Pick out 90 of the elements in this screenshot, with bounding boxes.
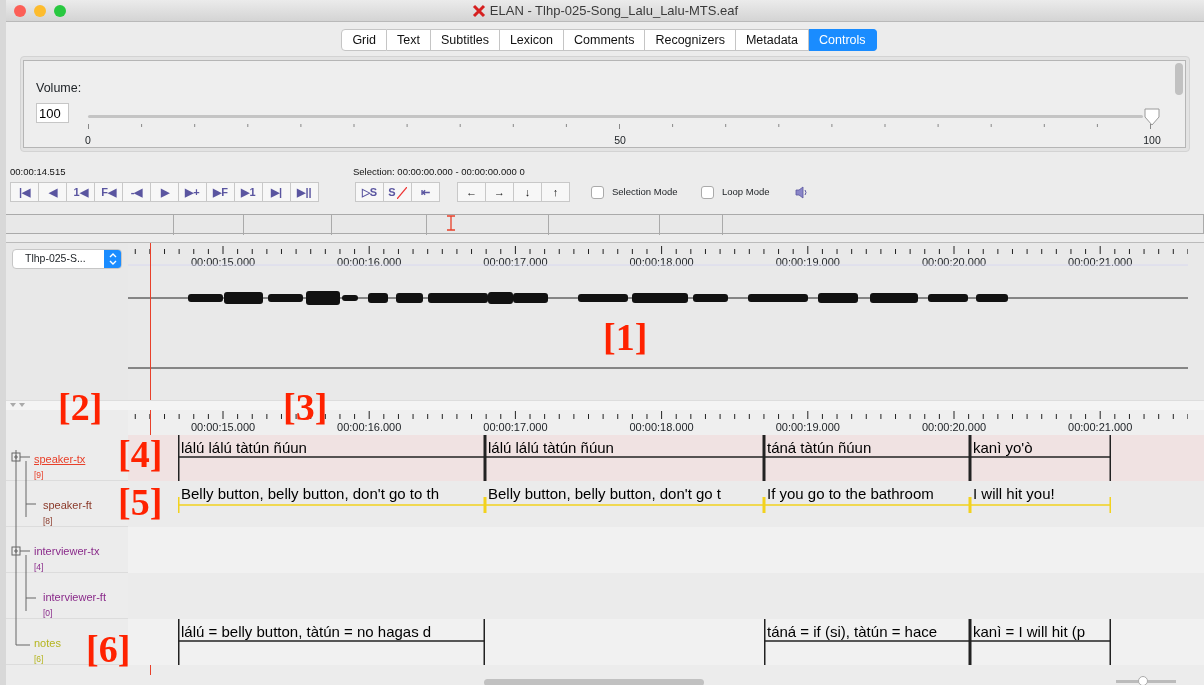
player-button[interactable]: ▶1 xyxy=(234,182,263,203)
scrollbar[interactable] xyxy=(484,679,704,685)
player-button[interactable]: ◀ xyxy=(38,182,67,203)
time-label: 00:00:19.000 xyxy=(775,255,840,271)
player-button[interactable]: ▶|| xyxy=(290,182,319,203)
selection-info: Selection: 00:00:00.000 - 00:00:00.000 0 xyxy=(353,165,525,179)
minimize-button[interactable] xyxy=(34,5,46,17)
app-icon xyxy=(471,3,486,18)
time-label: 00:00:17.000 xyxy=(483,255,548,271)
time-label: 00:00:20.000 xyxy=(921,255,987,271)
volume-label: Volume: xyxy=(36,80,82,97)
tier-count: [6] xyxy=(34,653,44,666)
player-button[interactable]: ▷S xyxy=(355,182,384,203)
time-label: 00:00:16.000 xyxy=(337,420,402,436)
media-select[interactable]: Tlhp-025-S... xyxy=(12,249,122,270)
time-label: 00:00:21.000 xyxy=(1068,420,1133,436)
player-button[interactable]: ← xyxy=(457,182,486,203)
tab[interactable]: Lexicon xyxy=(499,29,564,51)
tier-name[interactable]: interviewer-tx xyxy=(34,543,100,560)
callout-label: [4] xyxy=(118,435,163,473)
time-label: 00:00:15.000 xyxy=(190,420,256,436)
player-button[interactable]: |◀ xyxy=(10,182,39,203)
player-button[interactable]: → xyxy=(485,182,514,203)
player-button[interactable]: -◀ xyxy=(122,182,151,203)
mode-label: Loop Mode xyxy=(722,185,770,200)
annotation-text[interactable]: lálú lálú tàtún ñúun xyxy=(488,437,614,460)
player-button[interactable]: S xyxy=(383,182,412,203)
tab[interactable]: Subtitles xyxy=(430,29,500,51)
mode-label: Selection Mode xyxy=(612,185,678,200)
time-label: 00:00:15.000 xyxy=(190,255,256,271)
annotation-text[interactable]: Belly button, belly button, don't go t xyxy=(488,483,722,506)
callout-label: [6] xyxy=(86,630,131,668)
callout-label: [3] xyxy=(283,388,328,426)
annotation-text[interactable]: Belly button, belly button, don't go to th xyxy=(181,483,440,506)
callout-label: [5] xyxy=(118,483,163,521)
time-label: 00:00:21.000 xyxy=(1068,255,1133,271)
callout-label: [2] xyxy=(58,388,103,426)
volume-field[interactable]: 100 xyxy=(36,103,69,123)
player-button[interactable]: ⇤ xyxy=(411,182,440,203)
tab[interactable]: Text xyxy=(387,29,431,51)
tick-label: 100 xyxy=(1143,133,1161,148)
player-button[interactable]: ▶+ xyxy=(178,182,207,203)
select-value: Tlhp-025-S... xyxy=(25,251,86,267)
time-label: 00:00:19.000 xyxy=(775,420,840,436)
player-button[interactable]: ↓ xyxy=(513,182,542,203)
callout-label: [1] xyxy=(603,318,648,356)
slash-icon xyxy=(396,187,407,200)
slider-thumb[interactable] xyxy=(1138,676,1148,685)
tab[interactable]: Comments xyxy=(564,29,646,51)
tick-label: 50 xyxy=(614,133,626,148)
tick-label: 0 xyxy=(85,133,91,148)
player-button[interactable]: ▶F xyxy=(206,182,235,203)
annotation-text[interactable]: I will hit you! xyxy=(973,483,1055,506)
time-label: 00:00:18.000 xyxy=(629,420,694,436)
annotation-text[interactable]: kanì yo'ò xyxy=(973,437,1033,460)
window-title: ELAN - Tlhp-025-Song_Lalu_Lalu-MTS.eaf xyxy=(489,1,739,20)
tier-name[interactable]: speaker-tx xyxy=(34,451,86,468)
time-label: 00:00:18.000 xyxy=(629,255,694,271)
time-label: 00:00:16.000 xyxy=(337,255,402,271)
position-marker xyxy=(446,215,456,232)
time-label: 00:00:20.000 xyxy=(921,420,987,436)
tier-count: [8] xyxy=(43,515,53,528)
player-button[interactable]: ▶ xyxy=(150,182,179,203)
annotation-text[interactable]: táná tàtún ñúun xyxy=(767,437,872,460)
tab[interactable]: Grid xyxy=(341,29,387,51)
scrollbar[interactable] xyxy=(1175,63,1183,95)
tier-count: [0] xyxy=(43,607,53,620)
media-time: 00:00:14.515 xyxy=(10,165,67,179)
time-label: 00:00:17.000 xyxy=(483,420,548,436)
tier-count: [4] xyxy=(34,561,44,574)
annotation-text[interactable]: If you go to the bathroom xyxy=(767,483,934,506)
player-button[interactable]: F◀ xyxy=(94,182,123,203)
annotation-text[interactable]: lálú lálú tàtún ñúun xyxy=(181,437,307,460)
checkbox[interactable] xyxy=(591,185,604,199)
slider-thumb[interactable] xyxy=(1144,108,1160,126)
speaker-icon[interactable] xyxy=(795,185,808,199)
annotation-text[interactable]: lálú = belly button, tàtún = no hagas d xyxy=(181,621,432,644)
player-button[interactable]: 1◀ xyxy=(66,182,95,203)
close-button[interactable] xyxy=(14,5,26,17)
annotation-text[interactable]: táná = if (si), tàtún = hace xyxy=(767,621,938,644)
annotation-text[interactable]: kanì = I will hit (p xyxy=(973,621,1086,644)
tab[interactable]: Metadata xyxy=(735,29,810,51)
tab[interactable]: Recognizers xyxy=(645,29,736,51)
tier-name[interactable]: interviewer-ft xyxy=(43,589,106,606)
tier-count: [9] xyxy=(34,469,44,482)
zoom-button[interactable] xyxy=(54,5,66,17)
checkbox[interactable] xyxy=(701,185,714,199)
tier-name[interactable]: speaker-ft xyxy=(43,497,92,514)
player-button[interactable]: ▶| xyxy=(262,182,291,203)
player-button[interactable]: ↑ xyxy=(541,182,570,203)
